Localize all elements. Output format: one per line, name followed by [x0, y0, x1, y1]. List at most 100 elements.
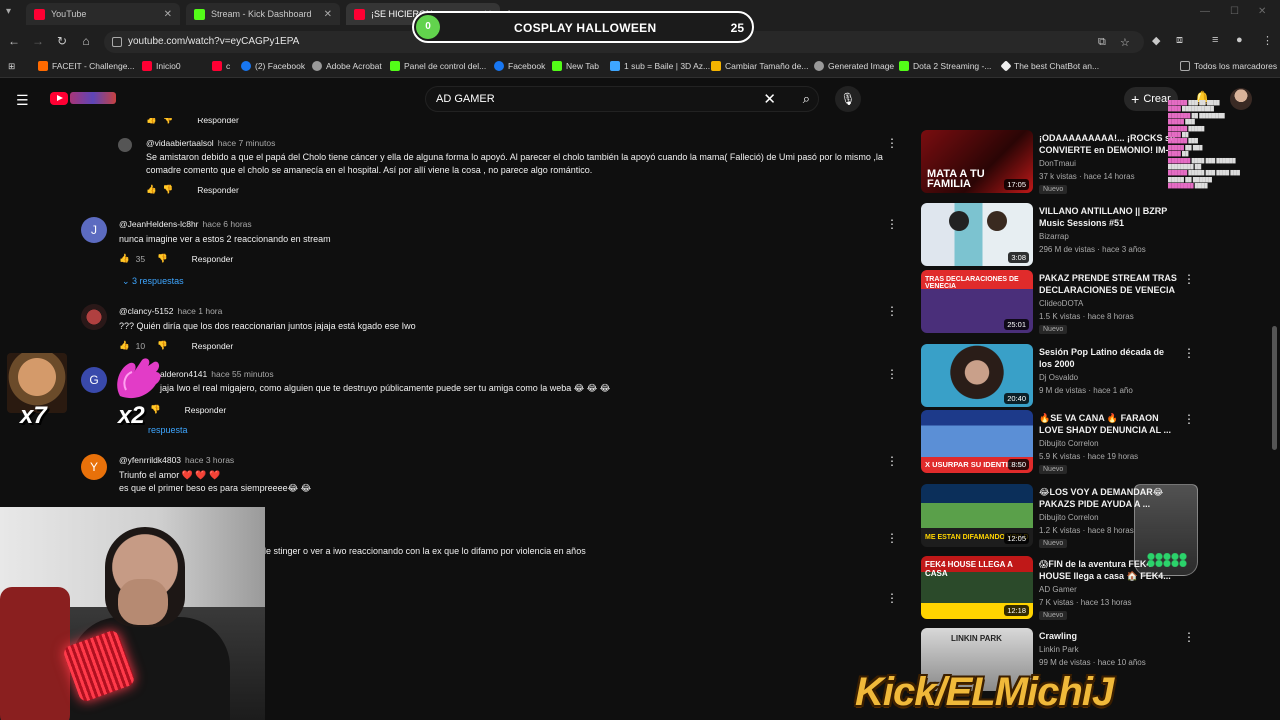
author-name[interactable]: alderon4141 [160, 369, 207, 379]
recommended-video[interactable]: 20:40 Sesión Pop Latino década de los 20… [921, 344, 1280, 410]
video-menu-icon[interactable]: ⋮ [1183, 346, 1195, 360]
browser-menu-icon[interactable]: ⋮ [1262, 34, 1273, 47]
avatar[interactable]: J [81, 217, 107, 243]
video-title[interactable]: VILLANO ANTILLANO || BZRP Music Sessions… [1039, 205, 1179, 229]
view-replies-button[interactable]: ⌄ 3 respuestas [122, 276, 184, 287]
channel-name[interactable]: Linkin Park [1039, 645, 1079, 654]
like-icon[interactable]: 👍 [146, 184, 157, 195]
tab-search-icon[interactable]: ▾ [6, 6, 20, 20]
recommended-video[interactable]: X USURPAR SU IDENTIDAD 8:50 🔥SE VA CANA … [921, 410, 1280, 476]
comment-time[interactable]: hace 1 hora [177, 306, 222, 316]
video-title[interactable]: Sesión Pop Latino década de los 2000 [1039, 346, 1179, 370]
video-thumbnail[interactable]: ME ESTAN DIFAMANDO VOY D 12:05 [921, 484, 1033, 547]
channel-name[interactable]: Dibujito Correlon [1039, 439, 1099, 448]
bookmark-item[interactable]: Adobe Acrobat [312, 61, 382, 71]
channel-name[interactable]: Bizarrap [1039, 232, 1069, 241]
recommended-video[interactable]: ME ESTAN DIFAMANDO VOY D 12:05 😂LOS VOY … [921, 484, 1280, 550]
comment-menu-icon[interactable]: ⋮ [886, 136, 898, 150]
channel-name[interactable]: Dibujito Correlon [1039, 513, 1099, 522]
comment-menu-icon[interactable]: ⋮ [886, 591, 898, 605]
comment-time[interactable]: hace 3 horas [185, 455, 234, 465]
video-menu-icon[interactable]: ⋮ [1183, 272, 1195, 286]
comment-time[interactable]: hace 7 minutos [218, 138, 276, 148]
video-thumbnail[interactable]: 20:40 [921, 344, 1033, 407]
comment-time[interactable]: hace 55 minutos [211, 369, 273, 379]
channel-name[interactable]: ClideoDOTA [1039, 299, 1083, 308]
video-thumbnail[interactable]: X USURPAR SU IDENTIDAD 8:50 [921, 410, 1033, 473]
menu-icon[interactable]: ☰ [16, 92, 29, 109]
comment-author[interactable]: alderon4141 hace 55 minutos [160, 369, 274, 379]
reply-button[interactable]: Responder [197, 185, 239, 195]
bookmark-item[interactable]: Panel de control del... [390, 61, 486, 71]
video-thumbnail[interactable]: TRAS DECLARACIONES DE VENECIA 25:01 [921, 270, 1033, 333]
avatar[interactable]: Y [81, 454, 107, 480]
recommended-video[interactable]: TRAS DECLARACIONES DE VENECIA 25:01 PAKA… [921, 270, 1280, 336]
comment-author[interactable]: @JeanHeldens-lc8hr hace 6 horas [119, 219, 252, 229]
install-icon[interactable]: ⧉ [1098, 36, 1106, 49]
bookmark-item[interactable]: Cambiar Tamaño de... [711, 61, 808, 71]
like-icon[interactable]: 👍 [119, 253, 130, 264]
avatar[interactable] [118, 138, 132, 152]
profile-icon[interactable]: ● [1236, 34, 1243, 46]
browser-tab-youtube[interactable]: YouTube ✕ [26, 3, 180, 25]
all-bookmarks[interactable]: Todos los marcadores [1180, 61, 1277, 71]
dislike-icon[interactable]: 👎 [157, 340, 168, 351]
video-thumbnail[interactable]: 3:08 [921, 203, 1033, 266]
search-box[interactable]: AD GAMER ✕ ⌕ [425, 86, 819, 112]
youtube-logo-icon[interactable] [50, 92, 68, 105]
maximize-icon[interactable]: ☐ [1230, 6, 1239, 17]
comment-menu-icon[interactable]: ⋮ [886, 304, 898, 318]
minimize-icon[interactable]: — [1200, 6, 1210, 17]
bookmark-item[interactable]: c [212, 61, 230, 71]
close-window-icon[interactable]: ✕ [1258, 6, 1266, 17]
video-thumbnail[interactable]: FEK4 HOUSE LLEGA A CASA 12:18 [921, 556, 1033, 619]
bookmark-item[interactable]: FACEIT - Challenge... [38, 61, 135, 71]
reply-button[interactable]: Responder [192, 341, 234, 351]
reply-button[interactable]: Responder [185, 405, 227, 415]
bookmark-item[interactable]: Facebook [494, 61, 545, 71]
extension-icon[interactable]: ◆ [1152, 34, 1160, 47]
media-icon[interactable]: ≡ [1212, 34, 1218, 46]
forward-icon[interactable]: → [30, 34, 46, 48]
site-info-icon[interactable] [112, 37, 122, 47]
comment-author[interactable]: @yfenrrildk4803 hace 3 horas [119, 455, 234, 465]
close-tab-icon[interactable]: ✕ [164, 9, 172, 20]
video-title[interactable]: 🔥SE VA CANA 🔥 FARAON LOVE SHADY DENUNCIA… [1039, 412, 1179, 436]
bookmark-star-icon[interactable]: ☆ [1120, 36, 1130, 49]
home-icon[interactable]: ⌂ [78, 34, 94, 48]
author-name[interactable]: @JeanHeldens-lc8hr [119, 219, 199, 229]
comment-menu-icon[interactable]: ⋮ [886, 217, 898, 231]
search-input[interactable]: AD GAMER [436, 93, 495, 105]
dislike-icon[interactable]: 👎 [163, 184, 174, 195]
bookmark-item[interactable]: The best ChatBot an... [1000, 60, 1099, 72]
channel-name[interactable]: AD Gamer [1039, 585, 1077, 594]
dislike-icon[interactable]: 👎 [163, 118, 174, 125]
author-name[interactable]: @vidaabiertaalsol [146, 138, 214, 148]
page-scrollbar[interactable] [1272, 326, 1277, 450]
bookmark-item[interactable]: Generated Image [814, 61, 894, 71]
avatar[interactable]: G [81, 367, 107, 393]
video-title[interactable]: ¡ODAAAAAAAAA!... ¡ROCKS se CONVIERTE en … [1039, 132, 1179, 156]
like-icon[interactable]: 👍 [146, 118, 157, 125]
bookmark-item[interactable]: 1 sub = Baile | 3D Az... [610, 61, 710, 71]
close-tab-icon[interactable]: ✕ [324, 9, 332, 20]
search-icon[interactable]: ⌕ [803, 91, 810, 107]
like-icon[interactable]: 👍 [119, 340, 130, 351]
comment-author[interactable]: @clancy-5152 hace 1 hora [119, 306, 222, 316]
video-menu-icon[interactable]: ⋮ [1183, 412, 1195, 426]
view-replies-button[interactable]: respuesta [148, 425, 188, 435]
browser-tab-kick[interactable]: Stream - Kick Dashboard ✕ [186, 3, 340, 25]
reply-button[interactable]: Responder [192, 254, 234, 264]
reload-icon[interactable]: ↻ [54, 34, 70, 48]
comment-author[interactable]: @vidaabiertaalsol hace 7 minutos [146, 138, 275, 148]
comment-time[interactable]: hace 6 horas [203, 219, 252, 229]
microphone-icon[interactable]: 🎙 [835, 86, 861, 112]
extensions-puzzle-icon[interactable]: ⧈ [1176, 34, 1183, 47]
recommended-video[interactable]: FEK4 HOUSE LLEGA A CASA 12:18 😱FIN de la… [921, 556, 1280, 622]
channel-name[interactable]: DonTmaui [1039, 159, 1076, 168]
youtube-doodle-icon[interactable] [70, 92, 116, 104]
back-icon[interactable]: ← [6, 34, 22, 48]
author-name[interactable]: @clancy-5152 [119, 306, 173, 316]
video-menu-icon[interactable]: ⋮ [1183, 630, 1195, 644]
reply-button[interactable]: Responder [197, 118, 239, 125]
